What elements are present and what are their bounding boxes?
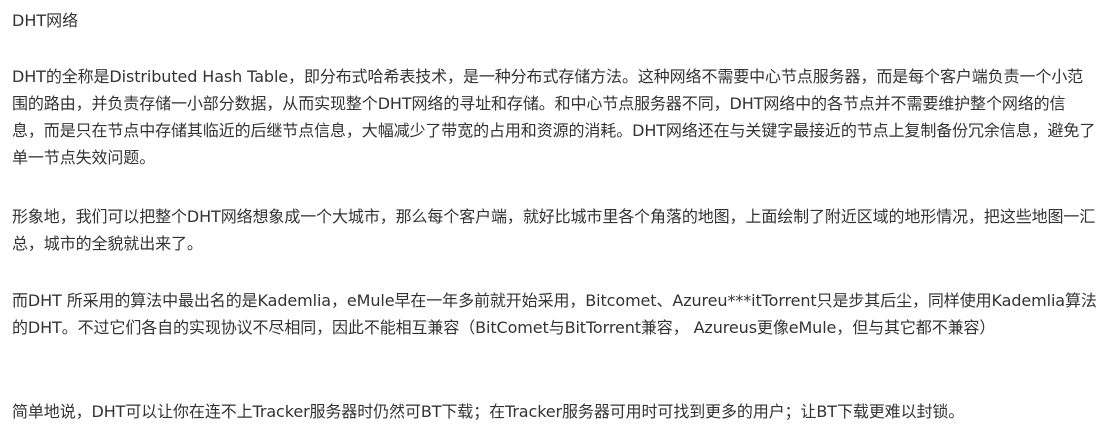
paragraph-city-analogy: 形象地，我们可以把整个DHT网络想象成一个大城市，那么每个客户端，就好比城市里各…	[12, 207, 1096, 253]
article-title: DHT网络	[12, 11, 79, 30]
paragraph-dht-definition: DHT的全称是Distributed Hash Table，即分布式哈希表技术，…	[12, 67, 1096, 167]
paragraph-summary: 简单地说，DHT可以让你在连不上Tracker服务器时仍然可BT下载；在Trac…	[12, 402, 965, 421]
paragraph-kademlia: 而DHT 所采用的算法中最出名的是Kademlia，eMule早在一年多前就开始…	[12, 291, 1097, 337]
